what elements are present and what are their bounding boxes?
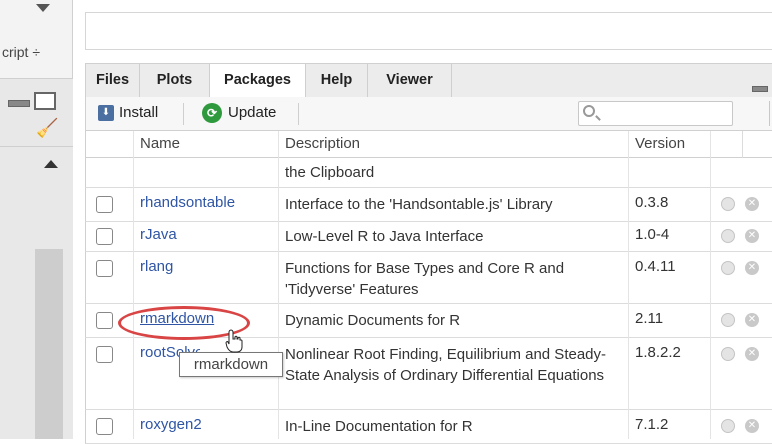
remove-package-icon[interactable]: ✕ [745,347,759,361]
row-description: the Clipboard [285,164,375,181]
package-link[interactable]: rlang [140,258,173,275]
row-description: Dynamic Documents for R [285,312,461,329]
website-globe-icon[interactable] [721,261,735,275]
package-search-input[interactable] [578,101,733,126]
scroll-up-arrow-icon[interactable] [44,160,58,168]
table-header: Name Description Version [85,131,772,158]
row-description: Interface to the 'Handsontable.js' Libra… [285,196,553,213]
remove-package-icon[interactable]: ✕ [745,229,759,243]
packages-toolbar: ⬇ Install ⟳ Update [85,97,772,131]
tab-plots-label: Plots [156,72,193,88]
toolbar-separator [183,103,184,125]
install-button[interactable]: Install [119,104,158,121]
row-description: Nonlinear Root Finding, Equilibrium and … [285,346,607,384]
remove-package-icon[interactable]: ✕ [745,197,759,211]
row-checkbox[interactable] [96,312,113,329]
row-version: 2.11 [635,310,664,327]
column-divider [278,131,279,439]
table-row: rJava Low-Level R to Java Interface 1.0-… [85,222,772,252]
hand-cursor-icon [225,329,243,353]
tab-viewer[interactable]: Viewer [368,64,452,98]
tab-help[interactable]: Help [306,64,368,98]
table-row: the Clipboard [85,158,772,188]
website-globe-icon[interactable] [721,313,735,327]
tab-packages[interactable]: Packages [210,64,306,98]
row-checkbox[interactable] [96,260,113,277]
header-checkbox-col [86,131,134,158]
minimize-icon[interactable] [8,100,30,107]
website-globe-icon[interactable] [721,229,735,243]
website-globe-icon[interactable] [721,197,735,211]
upper-pane [85,12,772,50]
package-link[interactable]: rJava [140,226,177,243]
pane-tabbar: Files Plots Packages Help Viewer [85,63,772,98]
header-extra-col [711,131,743,158]
row-description: In-Line Documentation for R [285,418,473,435]
row-description: Low-Level R to Java Interface [285,228,484,245]
column-divider [133,131,134,439]
table-row: rhandsontable Interface to the 'Handsont… [85,188,772,222]
row-checkbox[interactable] [96,346,113,363]
pane-minimize-icon[interactable] [752,86,768,92]
header-description-label: Description [285,135,361,152]
update-button[interactable]: Update [228,104,276,121]
script-type-selector[interactable]: cript ÷ [0,40,73,66]
broom-icon[interactable]: 🧹 [36,118,58,139]
package-link[interactable]: rhandsontable [140,194,235,211]
left-pane-strip: cript ÷ 🧹 [0,0,73,439]
row-version: 0.3.8 [635,194,669,211]
tab-plots[interactable]: Plots [140,64,210,98]
tab-viewer-label: Viewer [386,72,433,88]
tab-packages-label: Packages [224,72,291,88]
row-description: Functions for Base Types and Core R and … [285,260,565,298]
pane-window-controls [8,92,60,112]
row-version: 7.1.2 [635,416,669,433]
row-checkbox[interactable] [96,418,113,435]
divider [0,146,73,147]
row-version: 1.8.2.2 [635,344,681,361]
package-link[interactable]: roxygen2 [140,416,202,433]
selector-caret-icon: ÷ [32,44,41,60]
row-checkbox[interactable] [96,228,113,245]
tab-help-label: Help [320,72,353,88]
header-name[interactable]: Name [134,131,279,158]
website-globe-icon[interactable] [721,419,735,433]
website-globe-icon[interactable] [721,347,735,361]
header-version[interactable]: Version [629,131,711,158]
maximize-icon[interactable] [34,92,56,110]
remove-package-icon[interactable]: ✕ [745,313,759,327]
remove-package-icon[interactable]: ✕ [745,261,759,275]
search-icon [583,105,595,117]
toolbar-separator [298,103,299,125]
update-icon[interactable]: ⟳ [202,103,222,123]
script-type-label: cript [2,44,29,60]
row-checkbox[interactable] [96,196,113,213]
tab-files[interactable]: Files [86,64,140,98]
remove-package-icon[interactable]: ✕ [745,419,759,433]
header-name-label: Name [140,135,181,152]
collapse-arrow-icon[interactable] [36,4,50,12]
column-divider [710,131,711,439]
header-description[interactable]: Description [279,131,629,158]
table-row: rlang Functions for Base Types and Core … [85,252,772,304]
scrollbar-thumb[interactable] [35,249,63,439]
row-version: 1.0-4 [635,226,670,243]
row-version: 0.4.11 [635,258,676,275]
header-version-label: Version [635,135,686,152]
link-tooltip: rmarkdown [179,352,283,377]
column-divider [628,131,629,439]
tab-files-label: Files [95,72,130,88]
install-icon[interactable]: ⬇ [98,105,114,121]
